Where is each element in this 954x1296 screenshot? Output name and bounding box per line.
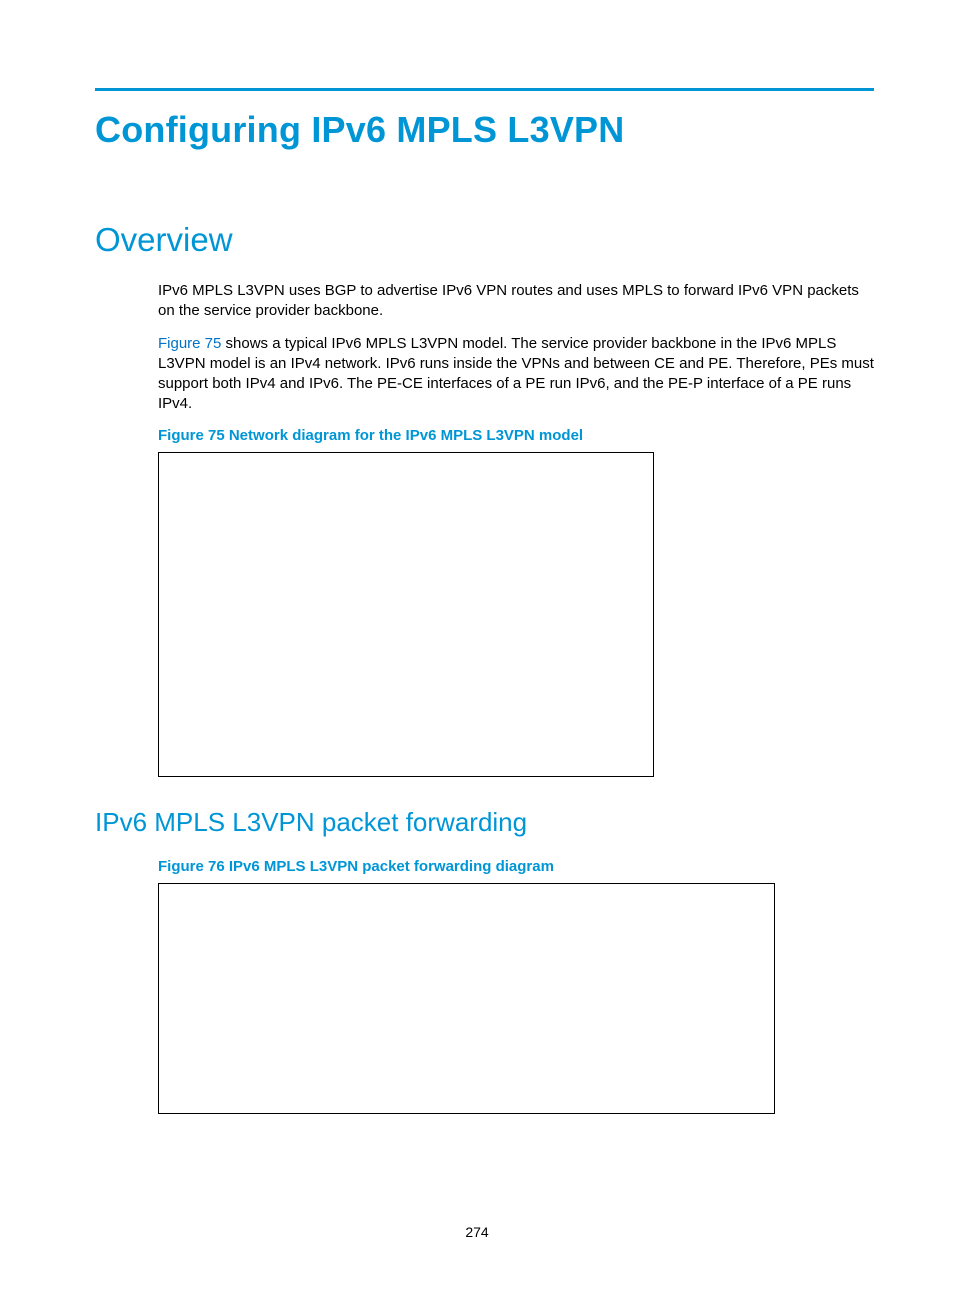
- forwarding-body: Figure 76 IPv6 MPLS L3VPN packet forward…: [158, 858, 874, 1114]
- figure-76-placeholder: [158, 883, 775, 1114]
- overview-para-2-rest: shows a typical IPv6 MPLS L3VPN model. T…: [158, 335, 874, 413]
- overview-para-2: Figure 75 shows a typical IPv6 MPLS L3VP…: [158, 334, 874, 415]
- page-content: Configuring IPv6 MPLS L3VPN Overview IPv…: [0, 0, 954, 1114]
- page-number: 274: [0, 1224, 954, 1240]
- section-overview-heading: Overview: [95, 221, 874, 259]
- section-forwarding-heading: IPv6 MPLS L3VPN packet forwarding: [95, 807, 874, 838]
- overview-body: IPv6 MPLS L3VPN uses BGP to advertise IP…: [158, 281, 874, 777]
- top-rule: [95, 88, 874, 91]
- figure-75-placeholder: [158, 452, 654, 777]
- page-title: Configuring IPv6 MPLS L3VPN: [95, 109, 874, 151]
- figure-75-caption: Figure 75 Network diagram for the IPv6 M…: [158, 427, 874, 444]
- figure-75-xref[interactable]: Figure 75: [158, 335, 221, 352]
- overview-para-1: IPv6 MPLS L3VPN uses BGP to advertise IP…: [158, 281, 874, 322]
- figure-76-caption: Figure 76 IPv6 MPLS L3VPN packet forward…: [158, 858, 874, 875]
